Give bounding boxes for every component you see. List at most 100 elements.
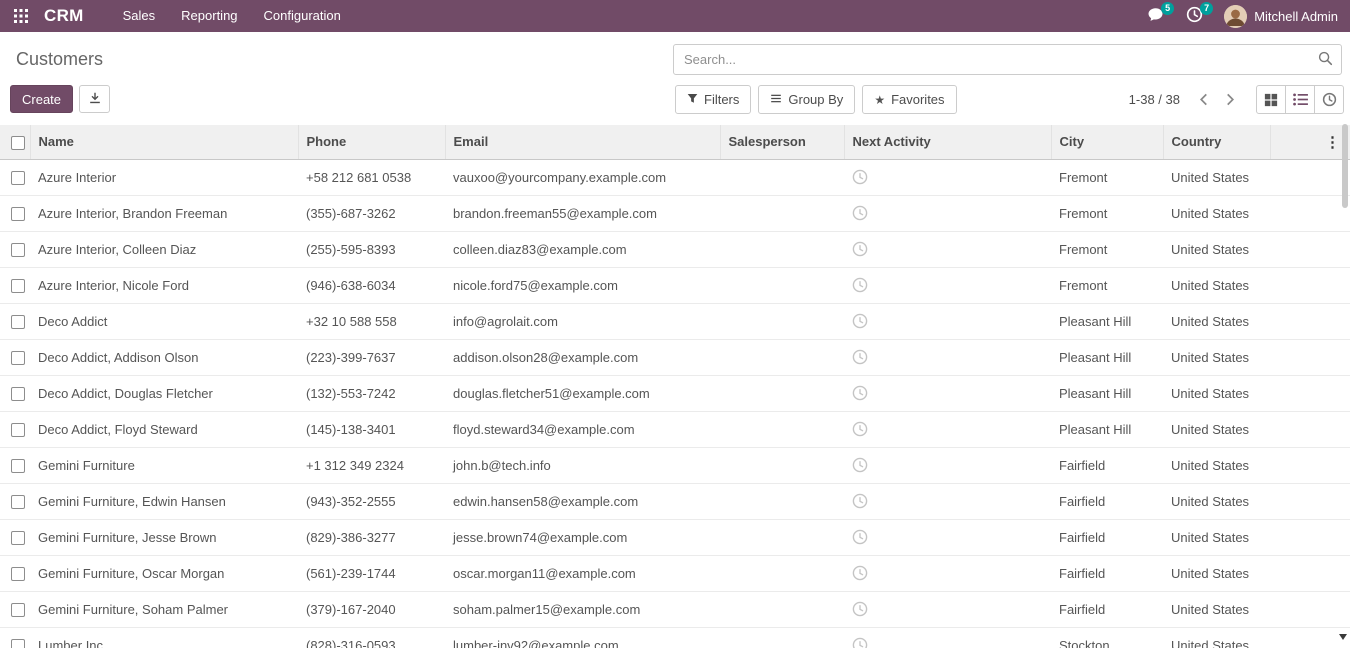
cell-phone[interactable]: (946)-638-6034 (298, 267, 445, 303)
cell-next-activity[interactable] (844, 231, 1051, 267)
cell-phone[interactable]: (255)-595-8393 (298, 231, 445, 267)
next-activity-clock-icon[interactable] (852, 493, 868, 508)
cell-city[interactable]: Fairfield (1051, 591, 1163, 627)
cell-email[interactable]: douglas.fletcher51@example.com (445, 375, 720, 411)
row-checkbox[interactable] (11, 423, 25, 437)
create-button[interactable]: Create (10, 85, 73, 113)
cell-phone[interactable]: (132)-553-7242 (298, 375, 445, 411)
column-header-email[interactable]: Email (445, 125, 720, 159)
search-bar[interactable] (673, 44, 1342, 75)
next-activity-clock-icon[interactable] (852, 637, 868, 648)
cell-country[interactable]: United States (1163, 483, 1270, 519)
scrollbar-thumb[interactable] (1342, 124, 1348, 208)
cell-next-activity[interactable] (844, 195, 1051, 231)
cell-next-activity[interactable] (844, 339, 1051, 375)
cell-salesperson[interactable] (720, 159, 844, 195)
cell-email[interactable]: brandon.freeman55@example.com (445, 195, 720, 231)
cell-name[interactable]: Deco Addict, Floyd Steward (30, 411, 298, 447)
favorites-button[interactable]: ★ Favorites (862, 85, 956, 114)
cell-city[interactable]: Pleasant Hill (1051, 375, 1163, 411)
cell-next-activity[interactable] (844, 303, 1051, 339)
cell-name[interactable]: Gemini Furniture (30, 447, 298, 483)
cell-salesperson[interactable] (720, 591, 844, 627)
cell-country[interactable]: United States (1163, 627, 1270, 648)
next-activity-clock-icon[interactable] (852, 241, 868, 256)
cell-salesperson[interactable] (720, 375, 844, 411)
cell-salesperson[interactable] (720, 555, 844, 591)
cell-salesperson[interactable] (720, 627, 844, 648)
cell-name[interactable]: Gemini Furniture, Soham Palmer (30, 591, 298, 627)
cell-email[interactable]: floyd.steward34@example.com (445, 411, 720, 447)
row-checkbox[interactable] (11, 639, 25, 648)
app-title[interactable]: CRM (44, 6, 84, 26)
table-row[interactable]: Lumber Inc (828)-316-0593 lumber-inv92@e… (0, 627, 1350, 648)
cell-email[interactable]: lumber-inv92@example.com (445, 627, 720, 648)
cell-next-activity[interactable] (844, 627, 1051, 648)
cell-salesperson[interactable] (720, 231, 844, 267)
cell-salesperson[interactable] (720, 411, 844, 447)
cell-name[interactable]: Gemini Furniture, Edwin Hansen (30, 483, 298, 519)
cell-city[interactable]: Fairfield (1051, 555, 1163, 591)
column-header-name[interactable]: Name (30, 125, 298, 159)
row-checkbox[interactable] (11, 243, 25, 257)
scrollbar-down-arrow[interactable] (1337, 634, 1348, 645)
table-row[interactable]: Deco Addict +32 10 588 558 info@agrolait… (0, 303, 1350, 339)
next-activity-clock-icon[interactable] (852, 313, 868, 328)
cell-salesperson[interactable] (720, 483, 844, 519)
cell-name[interactable]: Azure Interior (30, 159, 298, 195)
cell-name[interactable]: Deco Addict (30, 303, 298, 339)
cell-next-activity[interactable] (844, 447, 1051, 483)
cell-email[interactable]: john.b@tech.info (445, 447, 720, 483)
pager-previous-button[interactable] (1190, 89, 1217, 110)
cell-city[interactable]: Fremont (1051, 195, 1163, 231)
cell-city[interactable]: Pleasant Hill (1051, 411, 1163, 447)
next-activity-clock-icon[interactable] (852, 349, 868, 364)
breadcrumb[interactable]: Customers (16, 49, 103, 70)
cell-next-activity[interactable] (844, 591, 1051, 627)
group-by-button[interactable]: Group By (758, 85, 855, 114)
row-checkbox[interactable] (11, 459, 25, 473)
row-checkbox[interactable] (11, 207, 25, 221)
row-checkbox[interactable] (11, 387, 25, 401)
cell-city[interactable]: Fremont (1051, 267, 1163, 303)
cell-email[interactable]: soham.palmer15@example.com (445, 591, 720, 627)
row-checkbox[interactable] (11, 603, 25, 617)
table-row[interactable]: Azure Interior, Colleen Diaz (255)-595-8… (0, 231, 1350, 267)
table-row[interactable]: Deco Addict, Douglas Fletcher (132)-553-… (0, 375, 1350, 411)
row-checkbox[interactable] (11, 171, 25, 185)
cell-name[interactable]: Azure Interior, Brandon Freeman (30, 195, 298, 231)
cell-country[interactable]: United States (1163, 447, 1270, 483)
cell-city[interactable]: Fairfield (1051, 519, 1163, 555)
activities-button[interactable]: 7 (1175, 0, 1214, 32)
cell-country[interactable]: United States (1163, 339, 1270, 375)
next-activity-clock-icon[interactable] (852, 385, 868, 400)
cell-phone[interactable]: +32 10 588 558 (298, 303, 445, 339)
user-menu[interactable]: Mitchell Admin (1214, 5, 1344, 28)
row-checkbox[interactable] (11, 279, 25, 293)
cell-next-activity[interactable] (844, 159, 1051, 195)
cell-salesperson[interactable] (720, 303, 844, 339)
row-checkbox[interactable] (11, 531, 25, 545)
cell-phone[interactable]: (145)-138-3401 (298, 411, 445, 447)
cell-salesperson[interactable] (720, 195, 844, 231)
cell-country[interactable]: United States (1163, 519, 1270, 555)
table-row[interactable]: Gemini Furniture, Soham Palmer (379)-167… (0, 591, 1350, 627)
cell-name[interactable]: Deco Addict, Addison Olson (30, 339, 298, 375)
cell-phone[interactable]: (355)-687-3262 (298, 195, 445, 231)
cell-city[interactable]: Pleasant Hill (1051, 303, 1163, 339)
cell-salesperson[interactable] (720, 339, 844, 375)
table-row[interactable]: Deco Addict, Floyd Steward (145)-138-340… (0, 411, 1350, 447)
cell-next-activity[interactable] (844, 267, 1051, 303)
table-row[interactable]: Azure Interior +58 212 681 0538 vauxoo@y… (0, 159, 1350, 195)
export-button[interactable] (79, 85, 110, 113)
cell-phone[interactable]: (828)-316-0593 (298, 627, 445, 648)
cell-name[interactable]: Gemini Furniture, Jesse Brown (30, 519, 298, 555)
cell-city[interactable]: Fairfield (1051, 447, 1163, 483)
cell-next-activity[interactable] (844, 411, 1051, 447)
table-row[interactable]: Deco Addict, Addison Olson (223)-399-763… (0, 339, 1350, 375)
next-activity-clock-icon[interactable] (852, 601, 868, 616)
cell-phone[interactable]: (379)-167-2040 (298, 591, 445, 627)
row-checkbox[interactable] (11, 351, 25, 365)
cell-salesperson[interactable] (720, 447, 844, 483)
next-activity-clock-icon[interactable] (852, 205, 868, 220)
